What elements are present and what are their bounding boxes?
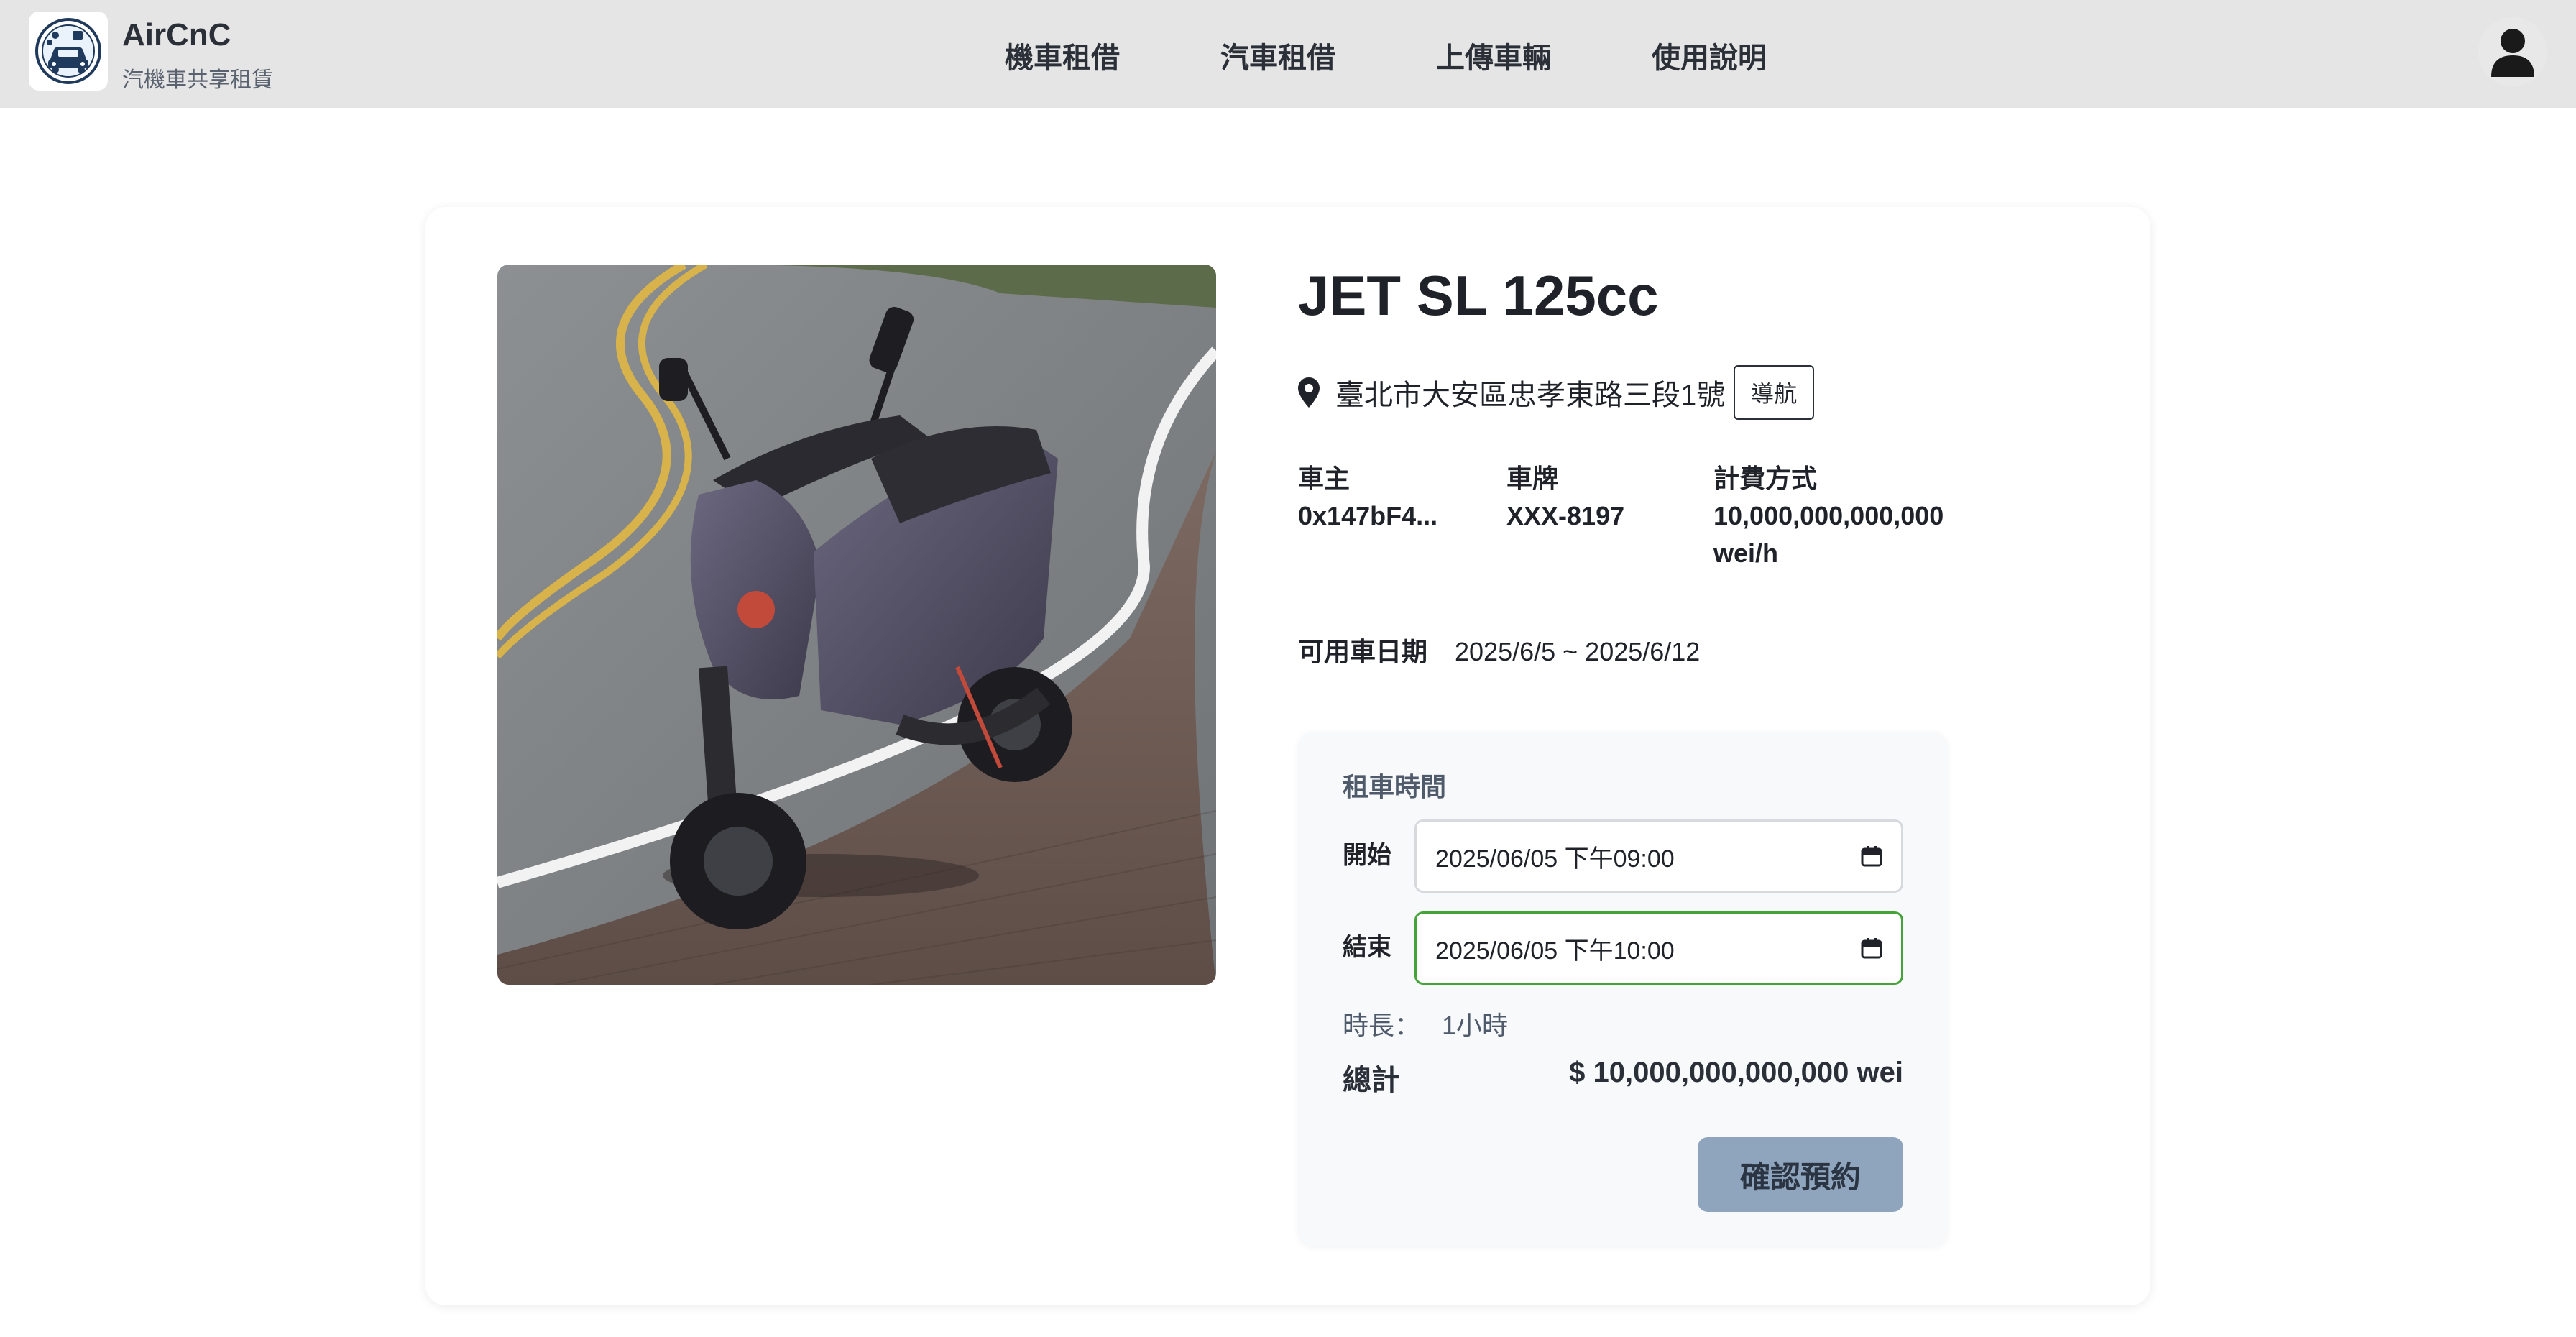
end-datetime-input[interactable]: 2025/06/05 下午10:00	[1414, 911, 1903, 985]
calendar-icon[interactable]	[1861, 845, 1882, 867]
end-label: 結束	[1343, 934, 1392, 961]
availability-value: 2025/6/5 ~ 2025/6/12	[1455, 637, 1701, 666]
map-pin-icon	[1298, 377, 1320, 408]
main-nav: 機車租借 汽車租借 上傳車輛 使用說明	[1005, 35, 1767, 76]
availability-row: 可用車日期 2025/6/5 ~ 2025/6/12	[1298, 631, 1700, 668]
duration-row: 時長： 1小時	[1343, 1005, 1508, 1042]
brand-subtitle: 汽機車共享租賃	[122, 68, 273, 92]
total-label: 總計	[1343, 1065, 1400, 1096]
brand-title: AirCnC	[122, 17, 231, 52]
duration-value: 1小時	[1442, 1011, 1509, 1040]
car-share-logo-icon	[35, 18, 101, 84]
vehicle-address: 臺北市大安區忠孝東路三段1號	[1335, 380, 1726, 411]
vehicle-title: JET SL 125cc	[1298, 264, 1659, 327]
plate-value: XXX-8197	[1506, 501, 1625, 530]
end-datetime-value: 2025/06/05 下午10:00	[1435, 937, 1675, 965]
nav-instructions[interactable]: 使用說明	[1652, 35, 1767, 76]
owner-value: 0x147bF4...	[1298, 501, 1438, 530]
start-datetime-input[interactable]: 2025/06/05 下午09:00	[1414, 819, 1903, 893]
nav-upload-vehicle[interactable]: 上傳車輛	[1436, 35, 1551, 76]
user-avatar-button[interactable]	[2478, 17, 2547, 86]
billing-value: 10,000,000,000,000 wei/h	[1714, 501, 1944, 568]
plate-info: 車牌 XXX-8197	[1506, 460, 1624, 535]
owner-label: 車主	[1298, 464, 1351, 493]
start-label: 開始	[1343, 842, 1392, 869]
app-logo[interactable]	[29, 12, 108, 91]
billing-info: 計費方式 10,000,000,000,000 wei/h	[1714, 460, 2001, 572]
rental-title: 租車時間	[1343, 772, 1447, 801]
duration-label: 時長：	[1343, 1011, 1421, 1040]
address-row: 臺北市大安區忠孝東路三段1號 導航	[1298, 365, 1815, 420]
owner-info: 車主 0x147bF4...	[1298, 460, 1438, 535]
user-icon	[2491, 29, 2534, 77]
nav-scooter-rental[interactable]: 機車租借	[1005, 35, 1120, 76]
confirm-booking-button[interactable]: 確認預約	[1698, 1137, 1903, 1212]
top-navbar: AirCnC 汽機車共享租賃 機車租借 汽車租借 上傳車輛 使用說明	[0, 0, 2576, 108]
calendar-icon[interactable]	[1861, 937, 1882, 959]
start-datetime-value: 2025/06/05 下午09:00	[1435, 845, 1675, 873]
billing-label: 計費方式	[1714, 464, 1818, 493]
nav-car-rental[interactable]: 汽車租借	[1220, 35, 1335, 76]
availability-label: 可用車日期	[1298, 637, 1428, 666]
vehicle-photo	[497, 265, 1216, 985]
plate-label: 車牌	[1506, 464, 1559, 493]
total-value: $ 10,000,000,000,000 wei	[1569, 1057, 1903, 1088]
navigate-button[interactable]: 導航	[1734, 365, 1815, 420]
